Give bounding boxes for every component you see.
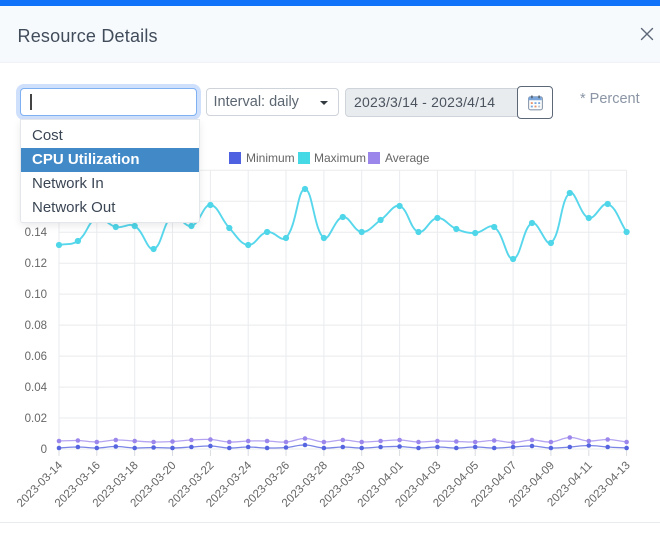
svg-text:0.10: 0.10 [25, 289, 47, 301]
svg-text:0.14: 0.14 [25, 227, 48, 239]
svg-text:0.12: 0.12 [25, 258, 47, 270]
svg-text:0.02: 0.02 [25, 413, 47, 425]
svg-text:Minimum: Minimum [246, 151, 295, 165]
svg-text:Maximum: Maximum [314, 151, 366, 165]
svg-text:0.06: 0.06 [25, 351, 47, 363]
svg-text:0: 0 [41, 444, 47, 456]
svg-text:0.04: 0.04 [25, 382, 48, 394]
svg-text:0.08: 0.08 [25, 320, 47, 332]
svg-text:Average: Average [385, 151, 430, 165]
